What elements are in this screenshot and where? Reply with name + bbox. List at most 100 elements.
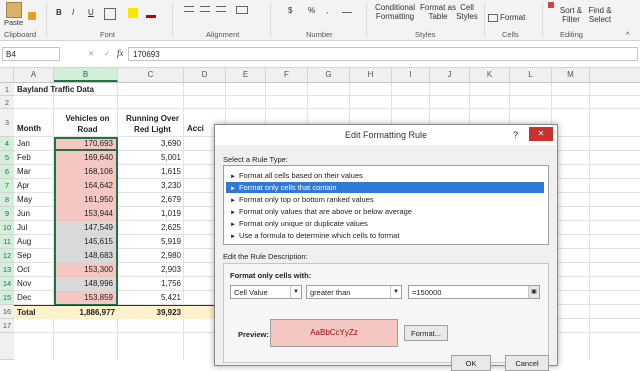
red-light-cell[interactable]: 2,903	[118, 263, 184, 277]
vehicles-cell[interactable]: 153,300	[54, 263, 118, 277]
range-selector-icon[interactable]: ▣	[528, 286, 539, 298]
format-painter-icon[interactable]	[28, 12, 36, 20]
red-light-cell[interactable]: 1,019	[118, 207, 184, 221]
borders-icon[interactable]	[104, 8, 116, 20]
row-header-13[interactable]: 13	[0, 263, 14, 277]
month-cell[interactable]: Aug	[14, 235, 54, 249]
paste-icon[interactable]	[6, 2, 22, 18]
currency-button[interactable]: $	[288, 6, 292, 15]
column-header-c[interactable]: C	[118, 68, 184, 82]
red-light-cell[interactable]: 5,001	[118, 151, 184, 165]
formula-input[interactable]: 170693	[128, 47, 638, 61]
vehicles-cell[interactable]: 161,950	[54, 193, 118, 207]
vehicles-cell[interactable]: 153,944	[54, 207, 118, 221]
ok-button[interactable]: OK	[451, 355, 491, 371]
format-cells-icon[interactable]	[488, 14, 498, 22]
cancel-icon[interactable]: ✕	[88, 49, 94, 58]
insert-function-icon[interactable]: fx	[117, 48, 124, 58]
align-center-icon[interactable]	[200, 6, 210, 12]
row-header-12[interactable]: 12	[0, 249, 14, 263]
month-cell[interactable]: Feb	[14, 151, 54, 165]
font-color-icon[interactable]	[146, 8, 156, 18]
column-header-l[interactable]: L	[510, 68, 552, 82]
row-header-11[interactable]: 11	[0, 235, 14, 249]
format-as-table-button[interactable]: Format as Table	[420, 3, 456, 21]
column-header-f[interactable]: F	[266, 68, 308, 82]
row-header-7[interactable]: 7	[0, 179, 14, 193]
total-d-cell[interactable]	[184, 305, 214, 319]
red-light-cell[interactable]: 3,690	[118, 137, 184, 151]
red-light-cell[interactable]: 1,756	[118, 277, 184, 291]
row-header-16[interactable]: 16	[0, 305, 14, 319]
help-icon[interactable]: ?	[513, 130, 518, 140]
header-month[interactable]: Month	[14, 109, 54, 137]
red-light-cell[interactable]: 5,919	[118, 235, 184, 249]
align-left-icon[interactable]	[184, 6, 194, 12]
vehicles-cell[interactable]: 153,859	[54, 291, 118, 305]
clear-icon[interactable]	[548, 2, 554, 8]
comma-button[interactable]: ,	[326, 6, 328, 15]
vehicles-cell[interactable]: 147,549	[54, 221, 118, 235]
vehicles-cell[interactable]: 164,642	[54, 179, 118, 193]
select-all-corner[interactable]	[0, 68, 14, 82]
total-red-light[interactable]: 39,923	[118, 305, 184, 319]
vehicles-cell[interactable]: 148,683	[54, 249, 118, 263]
column-header-k[interactable]: K	[470, 68, 510, 82]
month-cell[interactable]: May	[14, 193, 54, 207]
column-header-j[interactable]: J	[430, 68, 470, 82]
column-header-d[interactable]: D	[184, 68, 226, 82]
column-header-m[interactable]: M	[552, 68, 590, 82]
close-button[interactable]: ✕	[529, 127, 553, 141]
row-header-10[interactable]: 10	[0, 221, 14, 235]
conditional-formatting-button[interactable]: Conditional Formatting	[372, 3, 418, 21]
sort-filter-button[interactable]: Sort & Filter	[558, 6, 584, 24]
month-cell[interactable]: Jun	[14, 207, 54, 221]
find-select-button[interactable]: Find & Select	[586, 6, 614, 24]
month-cell[interactable]: Oct	[14, 263, 54, 277]
vehicles-cell[interactable]: 169,640	[54, 151, 118, 165]
red-light-cell[interactable]: 2,625	[118, 221, 184, 235]
fill-color-icon[interactable]	[128, 8, 138, 18]
percent-button[interactable]: %	[308, 6, 315, 15]
format-button[interactable]: Format	[500, 13, 525, 22]
name-box[interactable]: B4	[2, 47, 60, 61]
paste-button[interactable]: Paste	[4, 18, 23, 27]
red-light-cell[interactable]: 5,421	[118, 291, 184, 305]
column-header-a[interactable]: A	[14, 68, 54, 82]
rule-type-item[interactable]: ► Format only values that are above or be…	[230, 206, 544, 217]
align-right-icon[interactable]	[216, 6, 226, 12]
increase-decimal-icon[interactable]	[342, 8, 352, 13]
column-header-g[interactable]: G	[308, 68, 350, 82]
header-vehicles[interactable]: Vehicles on Road	[54, 109, 118, 137]
month-cell[interactable]: Dec	[14, 291, 54, 305]
vehicles-cell[interactable]: 145,615	[54, 235, 118, 249]
row-header-14[interactable]: 14	[0, 277, 14, 291]
red-light-cell[interactable]: 2,679	[118, 193, 184, 207]
total-label[interactable]: Total	[14, 305, 54, 319]
month-cell[interactable]: Jul	[14, 221, 54, 235]
row-header-5[interactable]: 5	[0, 151, 14, 165]
month-cell[interactable]: Jan	[14, 137, 54, 151]
enter-icon[interactable]: ✓	[104, 49, 110, 58]
month-cell[interactable]: Sep	[14, 249, 54, 263]
row-header-1[interactable]: 1	[0, 83, 14, 96]
row-header-3[interactable]: 3	[0, 109, 14, 137]
row-header-17[interactable]: 17	[0, 319, 14, 333]
rule-type-item[interactable]: ► Format only unique or duplicate values	[230, 218, 544, 229]
red-light-cell[interactable]: 2,980	[118, 249, 184, 263]
total-vehicles[interactable]: 1,886,977	[54, 305, 118, 319]
rule-type-item[interactable]: ► Format all cells based on their values	[230, 170, 544, 181]
red-light-cell[interactable]: 3,230	[118, 179, 184, 193]
vehicles-cell[interactable]: 168,106	[54, 165, 118, 179]
row-header-15[interactable]: 15	[0, 291, 14, 305]
row-header-9[interactable]: 9	[0, 207, 14, 221]
bold-button[interactable]: B	[56, 8, 62, 17]
column-header-i[interactable]: I	[392, 68, 430, 82]
rule-type-item[interactable]: ► Format only top or bottom ranked values	[230, 194, 544, 205]
column-header-b[interactable]: B	[54, 68, 118, 82]
row-header-4[interactable]: 4	[0, 137, 14, 151]
red-light-cell[interactable]: 1,615	[118, 165, 184, 179]
column-header-e[interactable]: E	[226, 68, 266, 82]
format-dialog-button[interactable]: Format...	[404, 325, 448, 341]
rule-type-item[interactable]: ► Format only cells that contain	[226, 182, 544, 193]
